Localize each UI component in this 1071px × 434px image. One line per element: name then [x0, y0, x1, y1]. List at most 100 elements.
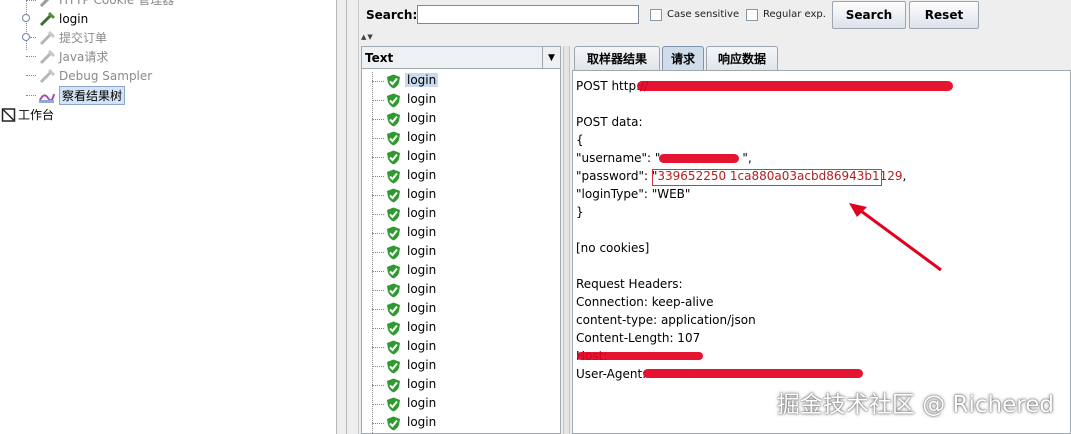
tree-connector: [26, 0, 36, 1]
result-label: login: [407, 244, 437, 258]
result-label: login: [407, 187, 437, 201]
result-label: login: [407, 377, 437, 391]
success-shield-icon: [386, 283, 401, 298]
tree-item-label: HTTP Cookie 管理器: [59, 0, 175, 7]
sampler-icon: [38, 30, 56, 46]
success-shield-icon: [386, 188, 401, 203]
tab-response-data[interactable]: 响应数据: [706, 46, 778, 70]
search-bar: Search: Case sensitive Regular exp. Sear…: [359, 0, 1071, 32]
row-connector: [372, 176, 384, 177]
row-connector: [372, 404, 384, 405]
test-plan-tree[interactable]: HTTP Cookie 管理器 login 提交订单 Java请求 Debug …: [0, 0, 336, 434]
result-row[interactable]: login: [362, 186, 560, 205]
pane-splitter[interactable]: [336, 0, 359, 434]
result-label: login: [407, 111, 437, 125]
collapse-arrows-icon[interactable]: ▲▼: [361, 33, 374, 41]
tree-connector: [30, 37, 36, 38]
row-connector: [372, 347, 384, 348]
result-row[interactable]: login: [362, 129, 560, 148]
result-row[interactable]: login: [362, 224, 560, 243]
splitter-line: [346, 0, 347, 434]
success-shield-icon: [386, 321, 401, 336]
cookie-manager-icon: [38, 0, 56, 8]
result-row[interactable]: login: [362, 110, 560, 129]
row-connector: [372, 214, 384, 215]
request-line: Connection: keep-alive: [576, 295, 714, 309]
redaction-mark: [577, 352, 703, 360]
result-row[interactable]: login: [362, 281, 560, 300]
tree-item-label: 提交订单: [59, 31, 108, 45]
sampler-icon: [38, 11, 56, 27]
result-row[interactable]: login: [362, 319, 560, 338]
result-label: login: [407, 92, 437, 106]
result-row[interactable]: login: [362, 262, 560, 281]
result-label: login: [407, 301, 437, 315]
result-row[interactable]: login: [362, 72, 560, 91]
tree-item-java-request[interactable]: Java请求: [38, 47, 108, 66]
result-row[interactable]: login: [362, 357, 560, 376]
result-label: login: [407, 339, 437, 353]
expand-toggle-icon[interactable]: [22, 33, 30, 41]
result-label: login: [407, 263, 437, 277]
success-shield-icon: [386, 416, 401, 431]
success-shield-icon: [386, 340, 401, 355]
row-connector: [372, 195, 384, 196]
request-line: POST data:: [576, 115, 643, 129]
row-connector: [372, 309, 384, 310]
regex-checkbox[interactable]: [746, 9, 758, 21]
redaction-mark: [659, 154, 739, 163]
detail-splitter[interactable]: [563, 46, 570, 434]
success-shield-icon: [386, 112, 401, 127]
tab-request[interactable]: 请求: [662, 46, 704, 70]
row-connector: [372, 81, 384, 82]
tree-item-debug-sampler[interactable]: Debug Sampler: [38, 66, 152, 85]
tab-sampler-result[interactable]: 取样器结果: [574, 46, 660, 70]
result-row[interactable]: login: [362, 300, 560, 319]
result-row[interactable]: login: [362, 376, 560, 395]
success-shield-icon: [386, 359, 401, 374]
result-row[interactable]: login: [362, 205, 560, 224]
request-line: Content-Length: 107: [576, 331, 701, 345]
success-shield-icon: [386, 226, 401, 241]
renderer-select[interactable]: Text ▼: [362, 47, 560, 69]
result-label: login: [407, 415, 437, 429]
chevron-down-icon[interactable]: ▼: [542, 47, 560, 68]
reset-button[interactable]: Reset: [909, 1, 979, 29]
request-line: "loginType": "WEB": [576, 187, 691, 201]
search-input[interactable]: [417, 5, 639, 24]
result-row[interactable]: login: [362, 395, 560, 414]
success-shield-icon: [386, 74, 401, 89]
tree-item-submit-order[interactable]: 提交订单: [38, 28, 107, 47]
case-sensitive-label: Case sensitive: [667, 9, 740, 20]
result-row[interactable]: login: [362, 148, 560, 167]
expand-toggle-icon[interactable]: [22, 14, 30, 22]
success-shield-icon: [386, 169, 401, 184]
result-row[interactable]: login: [362, 414, 560, 433]
row-connector: [372, 366, 384, 367]
row-connector: [372, 119, 384, 120]
username-key: "username": ": [576, 151, 661, 165]
tree-connector: [26, 56, 36, 57]
success-shield-icon: [386, 245, 401, 260]
result-label: login: [407, 282, 437, 296]
tree-item-view-results-tree[interactable]: 察看结果树: [38, 86, 126, 105]
result-label: login: [407, 358, 437, 372]
result-row[interactable]: login: [362, 91, 560, 110]
result-row[interactable]: login: [362, 167, 560, 186]
tree-item-cookie-manager[interactable]: HTTP Cookie 管理器: [38, 0, 174, 9]
redaction-mark: [643, 369, 863, 378]
row-connector: [372, 157, 384, 158]
tree-item-login[interactable]: login: [38, 9, 88, 28]
request-text-area[interactable]: POST http:// POST data: { "username": " "…: [572, 70, 1071, 434]
case-sensitive-checkbox[interactable]: [650, 9, 662, 21]
success-shield-icon: [386, 93, 401, 108]
tree-item-workbench[interactable]: 工作台: [0, 105, 54, 124]
search-button[interactable]: Search: [832, 1, 906, 29]
result-row[interactable]: login: [362, 243, 560, 262]
search-label: Search:: [366, 8, 418, 22]
tree-item-label: login: [59, 11, 89, 26]
result-row[interactable]: login: [362, 338, 560, 357]
success-shield-icon: [386, 264, 401, 279]
tree-item-label: Debug Sampler: [59, 68, 153, 83]
results-list[interactable]: Text ▼ login login login login login login log…: [361, 46, 561, 434]
